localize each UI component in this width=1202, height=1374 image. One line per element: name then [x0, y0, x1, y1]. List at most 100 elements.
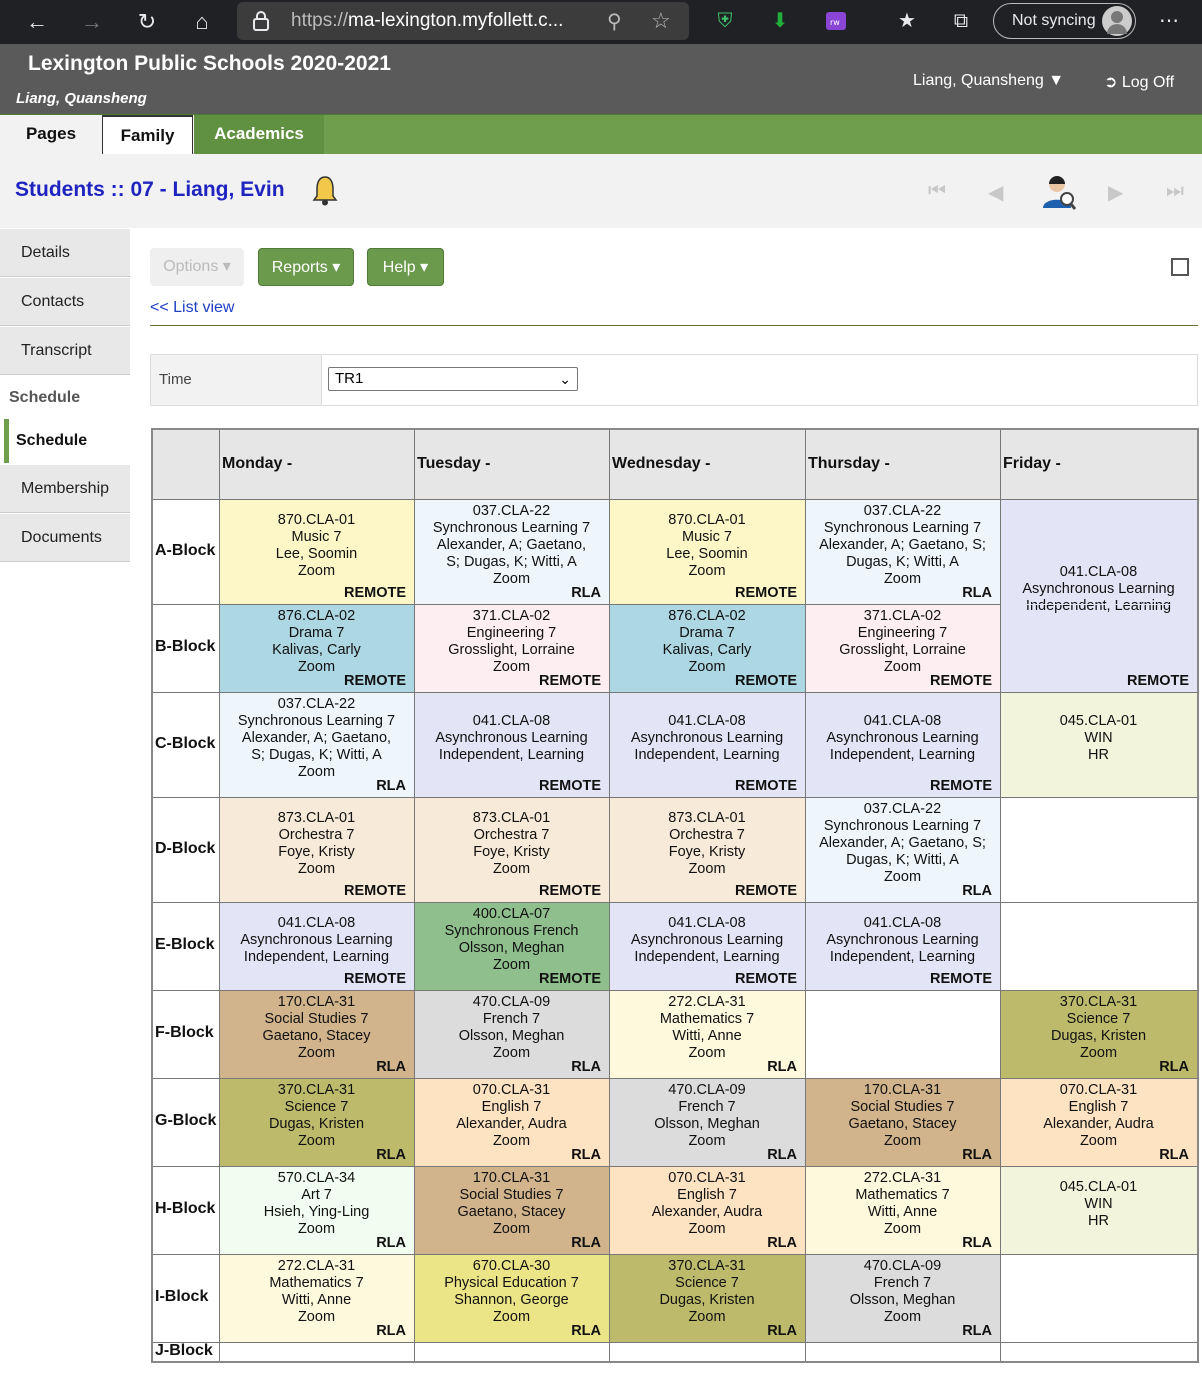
sidenav-item-documents[interactable]: Documents: [0, 514, 130, 562]
schedule-cell[interactable]: 272.CLA-31 Mathematics 7 Witti, Anne Zoom RL…: [609, 990, 805, 1078]
block-label: I-Block: [153, 1254, 219, 1342]
schedule-cell[interactable]: 045.CLA-01 WIN HR: [1000, 692, 1197, 797]
download-arrow-icon[interactable]: ⬇: [767, 8, 793, 34]
schedule-cell[interactable]: 272.CLA-31 Mathematics 7 Witti, Anne Zoom RL…: [805, 1166, 1000, 1254]
options-button[interactable]: Options ▾: [150, 248, 244, 286]
schedule-cell[interactable]: 873.CLA-01 Orchestra 7 Foye, Kristy Zoom REM…: [414, 797, 609, 902]
sidenav-item-schedule[interactable]: Schedule: [4, 419, 130, 463]
sidenav-item-contacts[interactable]: Contacts: [0, 278, 130, 326]
student-search-icon[interactable]: [1040, 172, 1076, 210]
logoff-link[interactable]: ➲ Log Off: [1104, 72, 1174, 92]
schedule-cell[interactable]: 045.CLA-01 WIN HR: [1000, 1166, 1197, 1254]
back-icon[interactable]: ←: [22, 8, 52, 36]
schedule-cell[interactable]: 037.CLA-22 Synchronous Learning 7 Alexande…: [805, 797, 1000, 902]
zoom-icon[interactable]: ⚲: [607, 9, 622, 34]
previous-record-icon[interactable]: ◀: [988, 180, 1003, 205]
course-detail: Zoom: [297, 562, 336, 579]
sidenav-item-transcript[interactable]: Transcript: [0, 327, 130, 375]
schedule-cell[interactable]: 037.CLA-22 Synchronous Learning 7 Alexande…: [219, 692, 414, 797]
schedule-cell[interactable]: 370.CLA-31 Science 7 Dugas, Kristen Zoom RLA: [609, 1254, 805, 1342]
schedule-cell[interactable]: 070.CLA-31 English 7 Alexander, Audra Zoom R…: [1000, 1078, 1197, 1166]
schedule-cell[interactable]: 070.CLA-31 English 7 Alexander, Audra Zoom R…: [414, 1078, 609, 1166]
schedule-cell[interactable]: 870.CLA-01 Music 7 Lee, Soomin Zoom REMOTE: [219, 499, 414, 604]
schedule-cell[interactable]: 370.CLA-31 Science 7 Dugas, Kristen Zoom RLA: [1000, 990, 1197, 1078]
grid-line: [153, 1078, 1197, 1079]
popout-icon[interactable]: [1171, 258, 1189, 276]
schedule-cell[interactable]: 041.CLA-08 Asynchronous Learning Independe…: [1000, 499, 1197, 692]
block-label: F-Block: [153, 990, 219, 1078]
user-menu[interactable]: Liang, Quansheng ▼: [913, 72, 1064, 90]
favorite-star-icon[interactable]: ☆: [651, 8, 671, 34]
schedule-cell[interactable]: 041.CLA-08 Asynchronous Learning Independe…: [219, 902, 414, 990]
course-code: 470.CLA-09: [472, 994, 551, 1010]
tab-academics[interactable]: Academics: [193, 115, 324, 155]
schedule-cell[interactable]: 041.CLA-08 Asynchronous Learning Independe…: [414, 692, 609, 797]
course-code: 170.CLA-31: [863, 1082, 942, 1098]
tab-family[interactable]: Family: [103, 115, 193, 155]
schedule-cell[interactable]: 873.CLA-01 Orchestra 7 Foye, Kristy Zoom REM…: [609, 797, 805, 902]
schedule-cell[interactable]: 041.CLA-08 Asynchronous Learning Independe…: [805, 902, 1000, 990]
profile-sync-button[interactable]: Not syncing: [993, 3, 1136, 39]
course-code: 045.CLA-01: [1059, 713, 1138, 729]
schedule-cell[interactable]: 400.CLA-07 Synchronous French Olsson, Megh…: [414, 902, 609, 990]
course-detail: Art 7: [301, 1187, 332, 1203]
course-detail: Witti, Anne: [867, 1204, 938, 1220]
sidenav-section-schedule[interactable]: Schedule: [9, 389, 80, 407]
schedule-cell[interactable]: 371.CLA-02 Engineering 7 Grosslight, Lorra…: [414, 604, 609, 692]
schedule-cell[interactable]: 470.CLA-09 French 7 Olsson, Meghan Zoom RLA: [414, 990, 609, 1078]
block-label-text: D-Block: [155, 839, 216, 857]
shield-extension-icon[interactable]: ⛨: [712, 8, 738, 34]
schedule-cell[interactable]: 041.CLA-08 Asynchronous Learning Independe…: [609, 692, 805, 797]
schedule-cell[interactable]: 041.CLA-08 Asynchronous Learning Independe…: [805, 692, 1000, 797]
course-detail: French 7: [873, 1275, 932, 1291]
schedule-cell[interactable]: 370.CLA-31 Science 7 Dugas, Kristen Zoom RLA: [219, 1078, 414, 1166]
rw-extension-icon[interactable]: rw: [823, 8, 849, 34]
course-detail: Grosslight, Lorraine: [448, 642, 575, 658]
next-record-icon[interactable]: ▶: [1108, 180, 1123, 205]
schedule-cell[interactable]: 037.CLA-22 Synchronous Learning 7 Alexande…: [805, 499, 1000, 604]
schedule-cell[interactable]: 873.CLA-01 Orchestra 7 Foye, Kristy Zoom REM…: [219, 797, 414, 902]
schedule-cell[interactable]: 170.CLA-31 Social Studies 7 Gaetano, Stace…: [805, 1078, 1000, 1166]
first-record-icon[interactable]: ⏮: [928, 180, 946, 203]
chevron-down-icon: ⌄: [559, 371, 571, 387]
delivery-tag: RLA: [376, 1059, 406, 1075]
schedule-cell[interactable]: 070.CLA-31 English 7 Alexander, Audra Zoom R…: [609, 1166, 805, 1254]
sidenav-item-details[interactable]: Details: [0, 229, 130, 277]
sync-label: Not syncing: [1012, 12, 1096, 29]
course-code: 170.CLA-31: [277, 994, 356, 1010]
schedule-cell[interactable]: 470.CLA-09 French 7 Olsson, Meghan Zoom RLA: [805, 1254, 1000, 1342]
time-select[interactable]: TR1 ⌄: [328, 367, 578, 391]
address-bar[interactable]: https://ma-lexington.myfollett.c... ⚲ ☆: [237, 2, 689, 40]
schedule-cell[interactable]: 272.CLA-31 Mathematics 7 Witti, Anne Zoom RL…: [219, 1254, 414, 1342]
schedule-cell[interactable]: 170.CLA-31 Social Studies 7 Gaetano, Stace…: [414, 1166, 609, 1254]
schedule-cell[interactable]: 670.CLA-30 Physical Education 7 Shannon, G…: [414, 1254, 609, 1342]
delivery-tag: RLA: [962, 1323, 992, 1339]
favorites-icon[interactable]: ★: [894, 8, 920, 34]
more-menu-icon[interactable]: ⋯: [1156, 8, 1182, 34]
last-record-icon[interactable]: ⏭: [1166, 180, 1184, 203]
forward-icon[interactable]: →: [77, 8, 107, 36]
refresh-icon[interactable]: ↻: [132, 8, 162, 36]
help-button[interactable]: Help ▾: [367, 248, 444, 286]
course-code: 037.CLA-22: [277, 696, 356, 712]
home-icon[interactable]: ⌂: [187, 8, 217, 36]
schedule-cell[interactable]: 041.CLA-08 Asynchronous Learning Independe…: [609, 902, 805, 990]
schedule-cell[interactable]: 170.CLA-31 Social Studies 7 Gaetano, Stace…: [219, 990, 414, 1078]
list-view-link[interactable]: << List view: [150, 299, 234, 317]
tab-pages[interactable]: Pages: [0, 115, 103, 155]
reports-button[interactable]: Reports ▾: [258, 248, 354, 286]
schedule-cell[interactable]: 870.CLA-01 Music 7 Lee, Soomin Zoom REMOTE: [609, 499, 805, 604]
schedule-grid: Monday - Tuesday - Wednesday - Thursday - Fr…: [151, 428, 1199, 1363]
course-code: 272.CLA-31: [863, 1170, 942, 1186]
course-code: 876.CLA-02: [277, 608, 356, 624]
course-code: 041.CLA-08: [863, 713, 942, 729]
schedule-cell[interactable]: 876.CLA-02 Drama 7 Kalivas, Carly Zoom REMOT…: [219, 604, 414, 692]
schedule-cell[interactable]: 371.CLA-02 Engineering 7 Grosslight, Lorra…: [805, 604, 1000, 692]
collections-icon[interactable]: ⧉: [948, 8, 974, 34]
schedule-cell[interactable]: 470.CLA-09 French 7 Olsson, Meghan Zoom RLA: [609, 1078, 805, 1166]
schedule-cell[interactable]: 570.CLA-34 Art 7 Hsieh, Ying-Ling Zoom RLA: [219, 1166, 414, 1254]
bell-icon[interactable]: [312, 174, 338, 206]
schedule-cell[interactable]: 037.CLA-22 Synchronous Learning 7 Alexande…: [414, 499, 609, 604]
sidenav-item-membership[interactable]: Membership: [0, 465, 130, 513]
schedule-cell[interactable]: 876.CLA-02 Drama 7 Kalivas, Carly Zoom REMOT…: [609, 604, 805, 692]
